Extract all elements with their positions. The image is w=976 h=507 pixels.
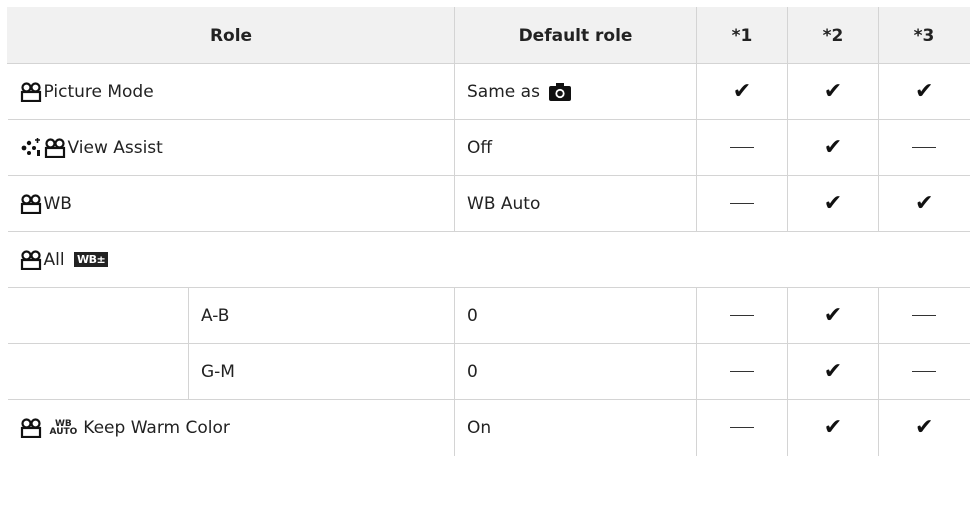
default-cell: 0 (454, 343, 698, 400)
default-cell: Off (454, 119, 698, 176)
wb-auto-bottom: AUTO (49, 426, 78, 437)
mark-col3: ✔ (878, 63, 970, 120)
movie-icon (20, 418, 42, 438)
wb-auto-icon: WB AUTO (49, 419, 78, 437)
role-cell: View Assist (7, 119, 456, 176)
mark-col1 (696, 175, 789, 232)
header-default-role: Default role (454, 7, 698, 64)
role-label: Picture Mode (43, 81, 154, 102)
sub-role-cell: A-B (187, 287, 456, 344)
mark-col2: ✔ (787, 119, 880, 176)
dash-icon (730, 315, 755, 316)
check-icon: ✔ (732, 79, 752, 104)
role-label: Keep Warm Color (83, 417, 230, 438)
table-header-row: Role Default role *1 *2 *3 (6, 7, 971, 64)
dash-icon (912, 371, 937, 372)
mark-col1 (696, 399, 789, 456)
mark-col1 (696, 287, 789, 344)
mark-col1: ✔ (696, 63, 789, 120)
table-row: Picture Mode Same as ✔ ✔ ✔ (7, 63, 970, 120)
mark-col2: ✔ (787, 63, 880, 120)
check-icon: ✔ (823, 191, 843, 216)
role-cell: Picture Mode (7, 63, 456, 120)
mark-col2: ✔ (787, 287, 880, 344)
mark-col3 (878, 287, 970, 344)
dash-icon (912, 147, 937, 148)
check-icon: ✔ (823, 415, 843, 441)
table-row: WB WB Auto ✔ ✔ (7, 175, 970, 232)
empty-cell (7, 343, 189, 400)
movie-icon (20, 193, 42, 214)
sub-role-cell: G-M (187, 343, 456, 400)
table-row-group: All WB± (7, 231, 970, 288)
check-icon: ✔ (823, 135, 843, 160)
movie-icon (20, 249, 42, 270)
check-icon: ✔ (915, 415, 934, 441)
mark-col3 (878, 343, 970, 400)
table-row: View Assist Off ✔ (7, 119, 970, 176)
dash-icon (912, 315, 937, 316)
view-assist-icon (20, 137, 42, 158)
role-label: View Assist (67, 137, 163, 158)
mark-col2: ✔ (787, 175, 880, 232)
default-value: Off (467, 137, 493, 158)
header-col2: *2 (787, 7, 880, 64)
default-value: WB Auto (467, 193, 541, 214)
role-label: WB (43, 193, 72, 214)
default-cell: WB Auto (454, 175, 698, 232)
empty-cell (7, 287, 189, 344)
movie-icon (20, 81, 42, 102)
default-value: On (467, 417, 492, 438)
mark-col3: ✔ (878, 399, 970, 456)
table-row: G-M 0 ✔ (7, 343, 970, 400)
dash-icon (730, 203, 755, 204)
mark-col3 (878, 119, 970, 176)
dash-icon (730, 371, 755, 372)
mark-col1 (696, 343, 789, 400)
mark-col2: ✔ (787, 343, 880, 400)
header-col3: *3 (878, 7, 971, 64)
header-role: Role (6, 7, 456, 64)
dash-icon (730, 147, 755, 148)
default-value: Same as (467, 81, 546, 102)
dash-icon (730, 427, 755, 429)
settings-table: Role Default role *1 *2 *3 Picture Mode … (6, 7, 971, 456)
role-cell: WB (7, 175, 456, 232)
group-cell: All WB± (7, 231, 970, 288)
check-icon: ✔ (915, 191, 934, 216)
movie-icon (44, 137, 66, 158)
check-icon: ✔ (823, 79, 843, 104)
default-cell: Same as (454, 63, 698, 120)
wb-shift-icon: WB± (73, 252, 109, 267)
default-cell: 0 (454, 287, 698, 344)
mark-col1 (696, 119, 789, 176)
check-icon: ✔ (823, 359, 843, 384)
default-cell: On (454, 399, 698, 456)
check-icon: ✔ (823, 303, 843, 328)
table-row: WB AUTO Keep Warm Color On ✔ ✔ (7, 399, 970, 456)
mark-col3: ✔ (878, 175, 970, 232)
group-label: All (43, 249, 70, 270)
table-row: A-B 0 ✔ (7, 287, 970, 344)
role-cell: WB AUTO Keep Warm Color (7, 399, 456, 456)
check-icon: ✔ (915, 79, 934, 104)
header-col1: *1 (696, 7, 789, 64)
mark-col2: ✔ (787, 399, 880, 456)
camera-icon (549, 82, 572, 101)
